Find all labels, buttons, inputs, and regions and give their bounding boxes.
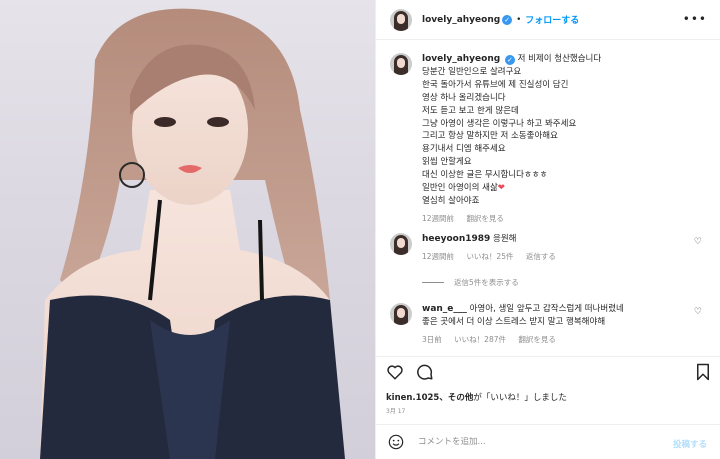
likes-text: が「いいね！」しました bbox=[473, 393, 567, 403]
red-heart-emoji-icon: ❤ bbox=[497, 183, 505, 194]
post-header: lovely_ahyeong ✓ • フォローする ••• bbox=[376, 0, 720, 40]
reply-button[interactable]: 返信する bbox=[526, 252, 556, 261]
comment-item: heeyoon1989 응원해 12週間前 いいね！25件 返信する ♡ bbox=[390, 233, 710, 262]
verified-badge-icon: ✓ bbox=[504, 55, 515, 65]
caption-meta: 12週間前 翻訳を見る bbox=[422, 213, 601, 224]
caption-line: 그리고 항상 말하지만 저 소동좋아해요 bbox=[422, 131, 558, 142]
like-heart-icon[interactable] bbox=[386, 363, 404, 381]
caption-line: 용기내서 디엠 해주세요 bbox=[422, 144, 506, 155]
caption-line: 읽씹 안할게요 bbox=[422, 157, 472, 168]
post-date[interactable]: 3月 17 bbox=[386, 406, 405, 415]
comment-translate-link[interactable]: 翻訳を見る bbox=[518, 335, 556, 344]
post-photo[interactable] bbox=[0, 0, 375, 459]
view-replies-label[interactable]: 返信5件を表示する bbox=[454, 277, 519, 288]
commenter-avatar[interactable] bbox=[390, 233, 412, 255]
comment-like-heart-icon[interactable]: ♡ bbox=[694, 237, 702, 247]
comment-text: 좋은 곳에서 더 이상 스트레스 받지 말고 행복해야해 bbox=[422, 317, 606, 327]
view-replies[interactable]: 返信5件を表示する bbox=[422, 277, 519, 288]
comment-text: 응원해 bbox=[493, 234, 517, 244]
emoji-icon[interactable] bbox=[388, 434, 404, 450]
comments-section[interactable]: lovely_ahyeong ✓ 저 비제이 청산했습니다 당분간 일반인으로 … bbox=[376, 41, 720, 356]
comment-likes[interactable]: いいね！25件 bbox=[466, 252, 513, 261]
caption-text: lovely_ahyeong ✓ 저 비제이 청산했습니다 당분간 일반인으로 … bbox=[422, 53, 601, 208]
caption-line: 대신 이상한 글은 무시합니다ㅎㅎㅎ bbox=[422, 170, 548, 181]
liker-username[interactable]: kinen.1025 bbox=[386, 393, 439, 403]
caption-line: 그냥 아영이 생각은 이렇구나 하고 봐주세요 bbox=[422, 118, 577, 129]
comment-text: 아영아, 생일 앞두고 갑작스럽게 떠나버렸네 bbox=[469, 304, 624, 314]
bookmark-icon[interactable] bbox=[695, 363, 711, 381]
comment-item: wan_e___ 아영아, 생일 앞두고 갑작스럽게 떠나버렸네 좋은 곳에서 … bbox=[390, 303, 710, 345]
author-username[interactable]: lovely_ahyeong bbox=[422, 15, 500, 25]
author-avatar[interactable] bbox=[390, 8, 412, 31]
post-comment-button[interactable]: 投稿する bbox=[673, 438, 707, 450]
caption-line: 일반인 아영이의 새삶 bbox=[422, 183, 498, 194]
caption-time[interactable]: 12週間前 bbox=[422, 214, 454, 223]
separator-dot: • bbox=[516, 14, 522, 25]
commenter-username[interactable]: heeyoon1989 bbox=[422, 234, 490, 244]
caption-line: 저 비제이 청산했습니다 bbox=[517, 54, 602, 64]
commenter-username[interactable]: wan_e___ bbox=[422, 304, 467, 314]
comment-bubble-icon[interactable] bbox=[416, 363, 434, 381]
caption-line: 열심히 살아야죠 bbox=[422, 195, 480, 206]
commenter-avatar[interactable] bbox=[390, 303, 412, 325]
comment-likes[interactable]: いいね！287件 bbox=[454, 335, 506, 344]
comment-input[interactable] bbox=[418, 437, 648, 447]
comment-meta: 12週間前 いいね！25件 返信する bbox=[422, 251, 566, 262]
action-icons bbox=[386, 363, 446, 381]
comment-meta: 3日前 いいね！287件 翻訳を見る bbox=[422, 334, 624, 345]
caption-line: 당분간 일반인으로 살려구요 bbox=[422, 66, 522, 77]
add-comment-bar: 投稿する bbox=[376, 424, 720, 459]
caption-translate-link[interactable]: 翻訳を見る bbox=[466, 214, 504, 223]
comment-like-heart-icon[interactable]: ♡ bbox=[694, 307, 702, 317]
caption-line: 한국 돌아가서 유튜브에 제 진실성이 담긴 bbox=[422, 79, 569, 90]
likes-summary: kinen.1025、その他が「いいね！」しました bbox=[386, 391, 567, 403]
instagram-post-view: lovely_ahyeong ✓ • フォローする ••• lovely_ahy… bbox=[0, 0, 720, 459]
more-options-icon[interactable]: ••• bbox=[683, 12, 707, 26]
caption-username[interactable]: lovely_ahyeong bbox=[422, 54, 500, 64]
post-detail-panel: lovely_ahyeong ✓ • フォローする ••• lovely_ahy… bbox=[375, 0, 720, 459]
verified-badge-icon: ✓ bbox=[502, 14, 513, 25]
caption-line: 영상 하나 올리겠습니다 bbox=[422, 92, 506, 103]
caption-line: 저도 듣고 보고 한게 많은데 bbox=[422, 105, 519, 116]
follow-button[interactable]: フォローする bbox=[525, 13, 579, 26]
caption: lovely_ahyeong ✓ 저 비제이 청산했습니다 당분간 일반인으로 … bbox=[390, 53, 601, 224]
comment-time[interactable]: 3日前 bbox=[422, 335, 442, 344]
likes-others[interactable]: 、その他 bbox=[439, 393, 473, 403]
replies-divider-line bbox=[422, 282, 444, 283]
caption-avatar[interactable] bbox=[390, 53, 412, 75]
portrait-illustration bbox=[40, 8, 345, 459]
comment-time[interactable]: 12週間前 bbox=[422, 252, 454, 261]
